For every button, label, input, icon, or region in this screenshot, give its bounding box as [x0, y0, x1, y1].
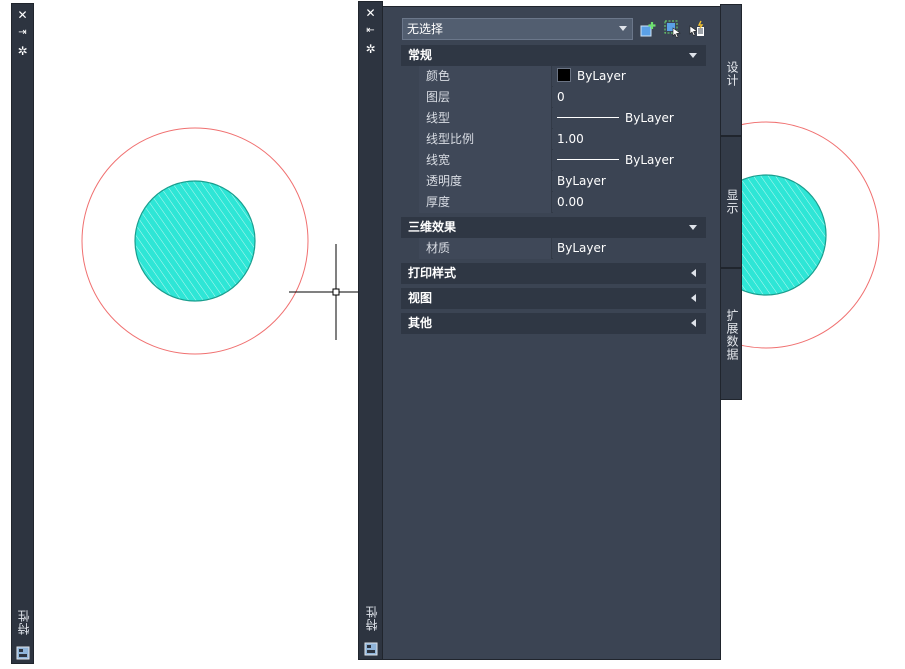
- collapse-arrow-icon: [689, 225, 697, 230]
- prop-row-color[interactable]: 颜色 ByLayer: [419, 66, 706, 87]
- prop-value-linetype-scale[interactable]: 1.00: [553, 129, 706, 150]
- prop-row-material[interactable]: 材质 ByLayer: [419, 238, 706, 259]
- prop-row-linetype[interactable]: 线型 ByLayer: [419, 108, 706, 129]
- section-plot-style[interactable]: 打印样式: [401, 263, 706, 284]
- crosshair-cursor: [289, 244, 360, 340]
- expand-arrow-icon: [691, 319, 696, 327]
- prop-value-layer[interactable]: 0: [553, 87, 706, 108]
- palette-icon: [16, 646, 30, 660]
- section-misc[interactable]: 其他: [401, 313, 706, 334]
- properties-menu-icon[interactable]: ✲: [359, 42, 382, 56]
- properties-palette: 无选择 常规 颜色 ByLayer 图层 0 线型 ByLayer 线型比例 1…: [383, 6, 721, 660]
- properties-menu-icon[interactable]: ✲: [12, 44, 33, 58]
- close-icon[interactable]: ✕: [359, 6, 382, 20]
- section-view[interactable]: 视图: [401, 288, 706, 309]
- select-objects-icon[interactable]: [664, 20, 682, 38]
- prop-value-color[interactable]: ByLayer: [553, 66, 706, 87]
- collapse-arrow-icon: [689, 53, 697, 58]
- auto-hide-icon[interactable]: ⇥: [12, 26, 33, 40]
- prop-value-lineweight[interactable]: ByLayer: [553, 150, 706, 171]
- selection-dropdown[interactable]: 无选择: [402, 18, 633, 40]
- palette-title: 特性: [17, 609, 31, 635]
- linetype-sample: [557, 117, 619, 118]
- selection-value: 无选择: [407, 22, 444, 36]
- hatched-circle-left[interactable]: [134, 180, 256, 302]
- prop-row-thickness[interactable]: 厚度 0.00: [419, 192, 706, 213]
- section-gutter: [401, 66, 419, 213]
- prop-value-linetype[interactable]: ByLayer: [553, 108, 706, 129]
- expand-arrow-icon: [691, 269, 696, 277]
- prop-row-lineweight[interactable]: 线宽 ByLayer: [419, 150, 706, 171]
- section-gutter: [401, 238, 419, 259]
- prop-row-linetype-scale[interactable]: 线型比例 1.00: [419, 129, 706, 150]
- tab-design[interactable]: 设计: [720, 4, 742, 136]
- toggle-pickadd-icon[interactable]: [640, 20, 658, 38]
- prop-value-thickness[interactable]: 0.00: [553, 192, 706, 213]
- color-swatch: [557, 68, 571, 82]
- selection-toolbar: 无选择: [402, 18, 712, 42]
- palette-title: 特性: [365, 605, 379, 631]
- tab-display[interactable]: 显示: [720, 136, 742, 268]
- section-3d-effects[interactable]: 三维效果: [401, 217, 706, 238]
- collapsed-properties-palette[interactable]: ✕ ⇥ ✲ 特性: [11, 3, 34, 664]
- auto-hide-icon[interactable]: ⇤: [359, 24, 382, 38]
- prop-row-transparency[interactable]: 透明度 ByLayer: [419, 171, 706, 192]
- properties-palette-titlebar[interactable]: ✕ ⇤ ✲ 特性: [358, 1, 383, 660]
- chevron-down-icon: [619, 26, 627, 31]
- tab-extended-data[interactable]: 扩展数据: [720, 268, 742, 400]
- prop-row-layer[interactable]: 图层 0: [419, 87, 706, 108]
- close-icon[interactable]: ✕: [12, 8, 33, 22]
- prop-value-transparency[interactable]: ByLayer: [553, 171, 706, 192]
- prop-value-material[interactable]: ByLayer: [553, 238, 706, 259]
- lineweight-sample: [557, 159, 619, 160]
- quick-select-icon[interactable]: [688, 20, 706, 38]
- section-general[interactable]: 常规: [401, 45, 706, 66]
- expand-arrow-icon: [691, 294, 696, 302]
- palette-icon: [364, 642, 378, 656]
